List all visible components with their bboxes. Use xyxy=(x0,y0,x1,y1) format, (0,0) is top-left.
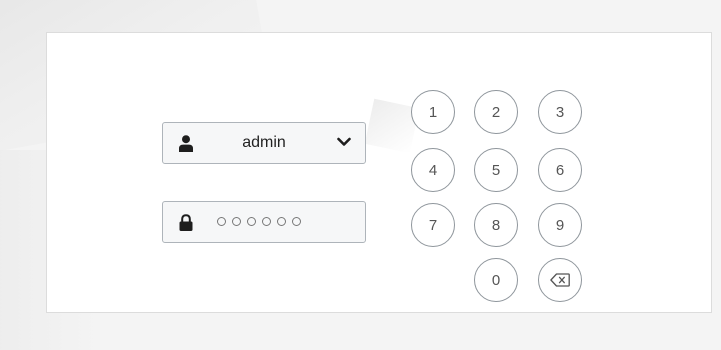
keypad-key-7[interactable]: 7 xyxy=(411,203,455,247)
keypad-key-4[interactable]: 4 xyxy=(411,148,455,192)
keypad-key-0[interactable]: 0 xyxy=(474,258,518,302)
password-dot xyxy=(262,217,271,226)
keypad-key-3[interactable]: 3 xyxy=(538,90,582,134)
chevron-down-icon[interactable] xyxy=(337,137,351,147)
password-dots xyxy=(217,217,301,226)
keypad-key-5[interactable]: 5 xyxy=(474,148,518,192)
password-dot xyxy=(277,217,286,226)
keypad-key-8[interactable]: 8 xyxy=(474,203,518,247)
login-panel: admin 1 2 3 4 5 6 7 8 9 0 xyxy=(46,32,712,313)
password-field[interactable] xyxy=(162,201,366,243)
keypad-key-2[interactable]: 2 xyxy=(474,90,518,134)
password-dot xyxy=(217,217,226,226)
backspace-icon xyxy=(550,273,570,287)
password-dot xyxy=(292,217,301,226)
keypad-key-9[interactable]: 9 xyxy=(538,203,582,247)
backspace-button[interactable] xyxy=(538,258,582,302)
keypad-key-6[interactable]: 6 xyxy=(538,148,582,192)
lock-icon xyxy=(179,214,193,231)
username-select[interactable]: admin xyxy=(162,122,366,164)
user-icon xyxy=(179,135,193,152)
password-dot xyxy=(232,217,241,226)
selected-username: admin xyxy=(242,134,286,151)
keypad-key-1[interactable]: 1 xyxy=(411,90,455,134)
password-dot xyxy=(247,217,256,226)
